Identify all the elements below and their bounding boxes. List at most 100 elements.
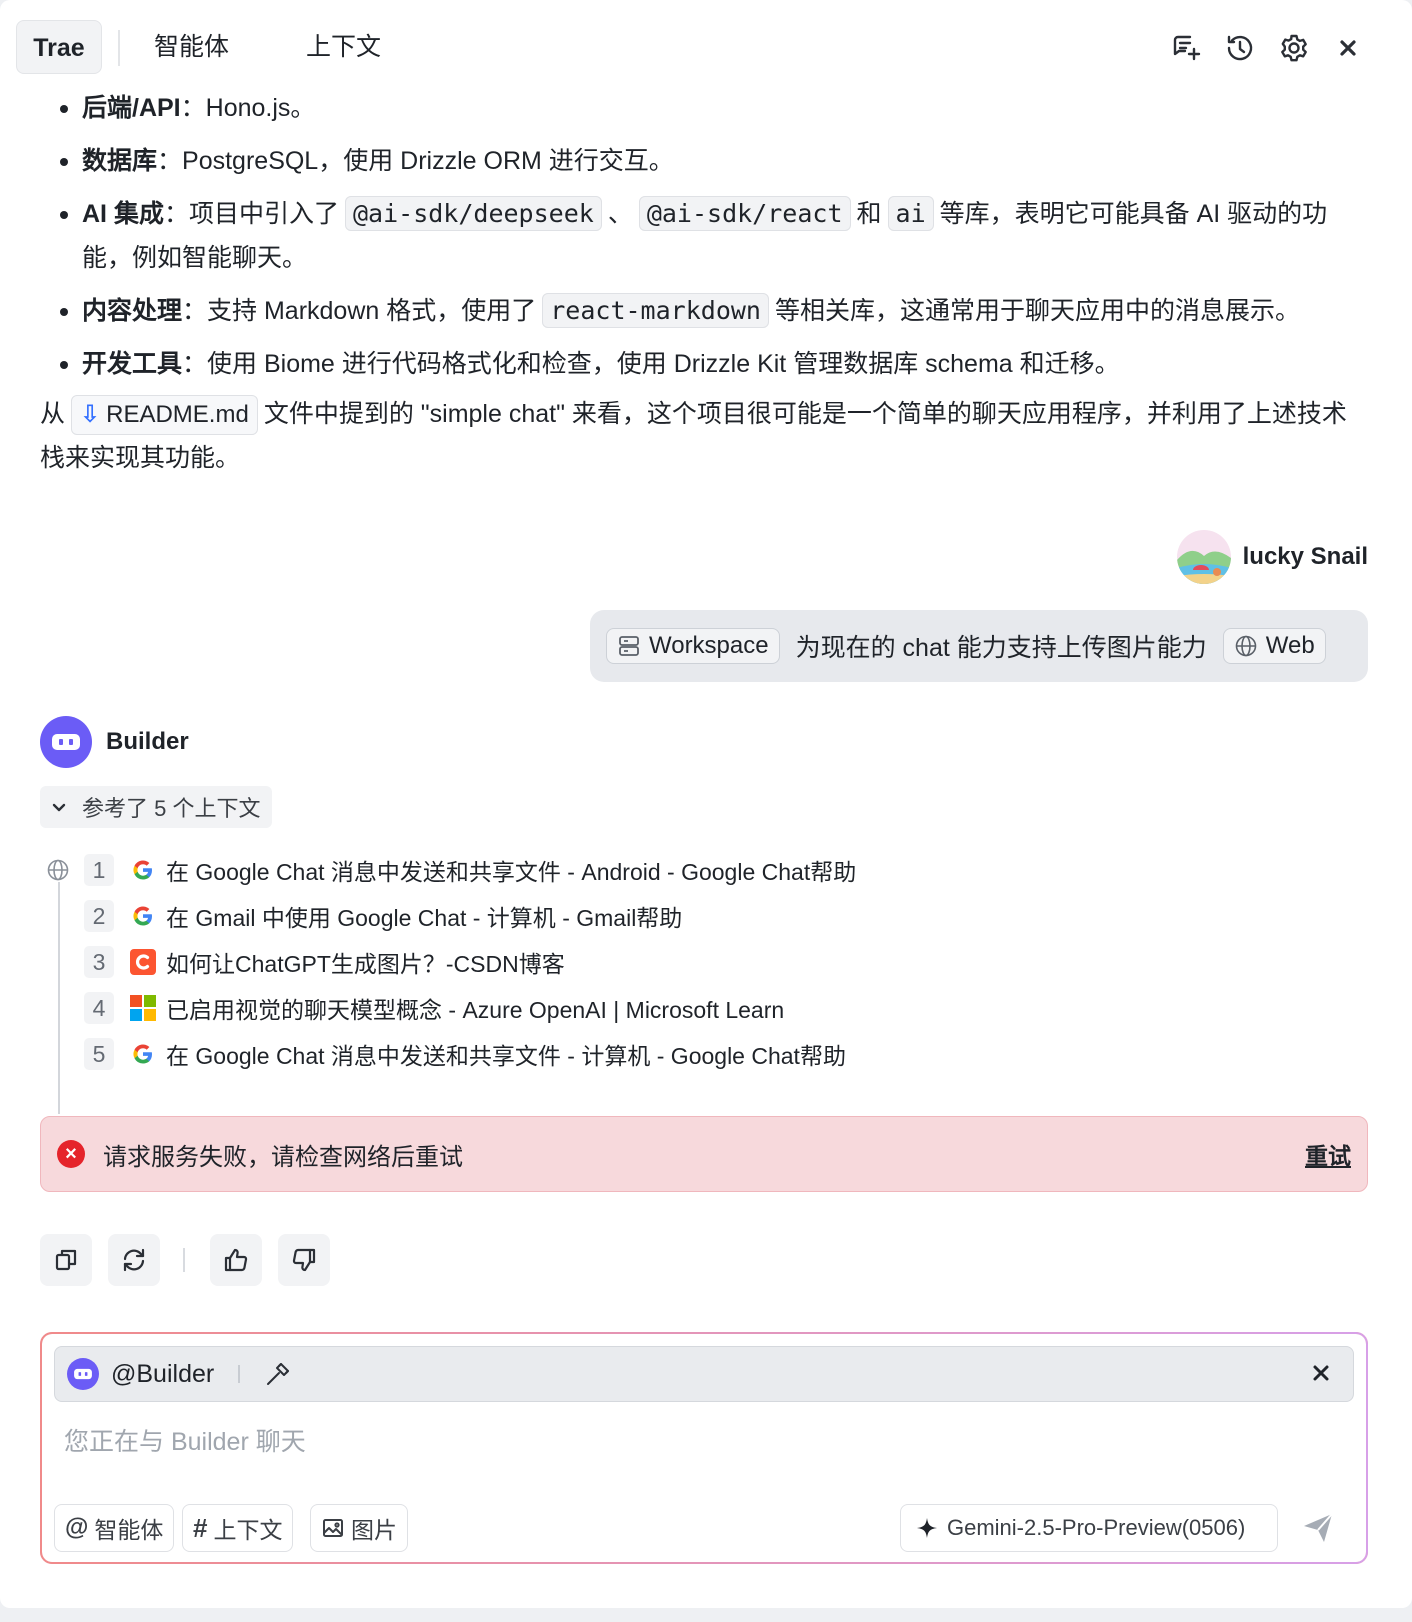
send-icon[interactable] (1300, 1510, 1336, 1546)
mention-agent-label: 智能体 (94, 1517, 164, 1543)
copy-button[interactable] (40, 1234, 92, 1286)
thumbs-down-icon (292, 1248, 316, 1272)
add-context-button[interactable]: # 上下文 (182, 1504, 294, 1552)
list-item: 数据库：PostgreSQL，使用 Drizzle ORM 进行交互。 (48, 139, 1368, 183)
new-chat-icon[interactable] (1168, 30, 1204, 66)
server-icon (619, 636, 639, 656)
item-text: PostgreSQL，使用 Drizzle ORM 进行交互。 (182, 147, 674, 175)
item-label: 开发工具 (82, 350, 183, 378)
inline-code: @ai-sdk/react (638, 196, 851, 231)
model-selector[interactable]: Gemini-2.5-Pro-Preview(0506) (900, 1504, 1278, 1552)
google-icon (130, 903, 156, 929)
reference-title: 已启用视觉的聊天模型概念 - Azure OpenAI | Microsoft … (166, 997, 785, 1023)
chat-panel: Trae 智能体 上下文 后端/API：Hono.js。 数据库：Postgre… (0, 0, 1412, 1608)
list-item: AI 集成：项目中引入了 @ai-sdk/deepseek、 @ai-sdk/rea… (48, 192, 1368, 280)
reference-item[interactable]: 4 已启用视觉的聊天模型概念 - Azure OpenAI | Microsof… (84, 988, 784, 1028)
item-text: 等相关库，这通常用于聊天应用中的消息展示。 (774, 297, 1300, 325)
item-text: 支持 Markdown 格式，使用了 (207, 297, 537, 325)
item-label: AI 集成 (82, 200, 164, 228)
history-icon[interactable] (1222, 30, 1258, 66)
item-label: 后端/API (82, 94, 181, 122)
robot-icon (40, 716, 92, 768)
list-item: 内容处理：支持 Markdown 格式，使用了 react-markdown 等相关… (48, 289, 1368, 333)
reference-number: 2 (84, 900, 114, 932)
file-name: README.md (106, 401, 249, 428)
item-label: 内容处理 (82, 297, 183, 325)
sparkle-icon (917, 1518, 937, 1538)
message-input[interactable]: 您正在与 Builder 聊天 (64, 1422, 306, 1458)
item-sep: ： (182, 297, 208, 325)
inline-code: @ai-sdk/deepseek (344, 196, 602, 231)
header: Trae 智能体 上下文 (0, 0, 1412, 94)
reference-title: 在 Gmail 中使用 Google Chat - 计算机 - Gmail帮助 (166, 905, 683, 931)
item-sep: ： (163, 200, 189, 228)
reference-number: 1 (84, 854, 114, 886)
add-context-label: 上下文 (213, 1517, 283, 1543)
reference-item[interactable]: 3 如何让ChatGPT生成图片？-CSDN博客 (84, 942, 565, 982)
user-message-text: 为现在的 chat 能力支持上传图片能力 (795, 634, 1207, 662)
web-chip[interactable]: Web (1222, 628, 1326, 664)
agent-mention: @Builder (111, 1359, 215, 1388)
item-sep: ： (182, 350, 208, 378)
tab-agents[interactable]: 智能体 (154, 20, 229, 74)
list-item: 开发工具：使用 Biome 进行代码格式化和检查，使用 Drizzle Kit … (48, 342, 1368, 386)
context-toggle-label: 参考了 5 个上下文 (82, 796, 261, 821)
like-button[interactable] (210, 1234, 262, 1286)
user-message-bubble: Workspace 为现在的 chat 能力支持上传图片能力 Web (590, 610, 1368, 682)
download-arrow-icon: ⇩ (80, 401, 101, 428)
web-chip-label: Web (1265, 632, 1315, 659)
add-image-button[interactable]: 图片 (310, 1504, 408, 1552)
builder-header: Builder (40, 716, 189, 768)
inline-code: react-markdown (542, 293, 769, 328)
list-item: 后端/API：Hono.js。 (48, 86, 1368, 130)
add-image-label: 图片 (351, 1517, 397, 1543)
item-label: 数据库 (82, 147, 158, 175)
reference-item[interactable]: 5 在 Google Chat 消息中发送和共享文件 - 计算机 - Googl… (84, 1034, 846, 1074)
context-toggle[interactable]: 参考了 5 个上下文 (40, 786, 273, 828)
file-reference-chip[interactable]: ⇩ README.md (71, 395, 258, 435)
google-icon (130, 857, 156, 883)
error-icon: × (57, 1140, 85, 1168)
model-name: Gemini-2.5-Pro-Preview(0506) (947, 1515, 1246, 1540)
item-text: 、 (607, 200, 633, 228)
item-text: 使用 Biome 进行代码格式化和检查，使用 Drizzle Kit 管理数据库… (207, 350, 1120, 378)
workspace-chip[interactable]: Workspace (606, 628, 780, 664)
settings-icon[interactable] (1276, 30, 1312, 66)
microsoft-icon (130, 995, 156, 1021)
reference-number: 3 (84, 946, 114, 978)
inline-code: ai (887, 196, 934, 231)
copy-icon (55, 1249, 77, 1271)
tab-trae[interactable]: Trae (16, 20, 102, 74)
reference-connector (58, 882, 60, 1114)
reference-item[interactable]: 1 在 Google Chat 消息中发送和共享文件 - Android - G… (84, 850, 856, 890)
google-icon (130, 1041, 156, 1067)
tools-icon[interactable] (264, 1360, 292, 1388)
retry-button[interactable]: 重试 (1305, 1137, 1351, 1171)
refresh-icon (123, 1248, 145, 1272)
globe-icon (47, 859, 69, 881)
reference-item[interactable]: 2 在 Gmail 中使用 Google Chat - 计算机 - Gmail帮… (84, 896, 682, 936)
dislike-button[interactable] (278, 1234, 330, 1286)
hash-icon: # (193, 1512, 208, 1543)
error-banner: × 请求服务失败，请检查网络后重试 重试 (40, 1116, 1368, 1192)
user-header: lucky Snail (1176, 530, 1368, 584)
reference-title: 在 Google Chat 消息中发送和共享文件 - 计算机 - Google … (166, 1043, 846, 1069)
tab-divider (118, 30, 120, 66)
item-text: 项目中引入了 (188, 200, 339, 228)
globe-icon (1235, 635, 1257, 657)
mention-agent-button[interactable]: @ 智能体 (54, 1504, 175, 1552)
chevron-down-icon (52, 803, 66, 812)
item-sep: ： (180, 94, 206, 122)
tech-stack-list: 后端/API：Hono.js。 数据库：PostgreSQL，使用 Drizzl… (48, 86, 1368, 395)
regenerate-button[interactable] (108, 1234, 160, 1286)
item-sep: ： (157, 147, 183, 175)
summary-paragraph: 从 ⇩ README.md 文件中提到的 "simple chat" 来看，这个项目很… (40, 392, 1370, 480)
close-icon[interactable] (1307, 1359, 1335, 1387)
tab-context[interactable]: 上下文 (306, 20, 381, 74)
user-name: lucky Snail (1242, 543, 1368, 570)
workspace-chip-label: Workspace (649, 632, 769, 659)
close-icon[interactable] (1330, 30, 1366, 66)
item-text: Hono.js。 (205, 94, 316, 122)
summary-text: 从 (40, 400, 66, 428)
thumbs-up-icon (224, 1248, 248, 1272)
